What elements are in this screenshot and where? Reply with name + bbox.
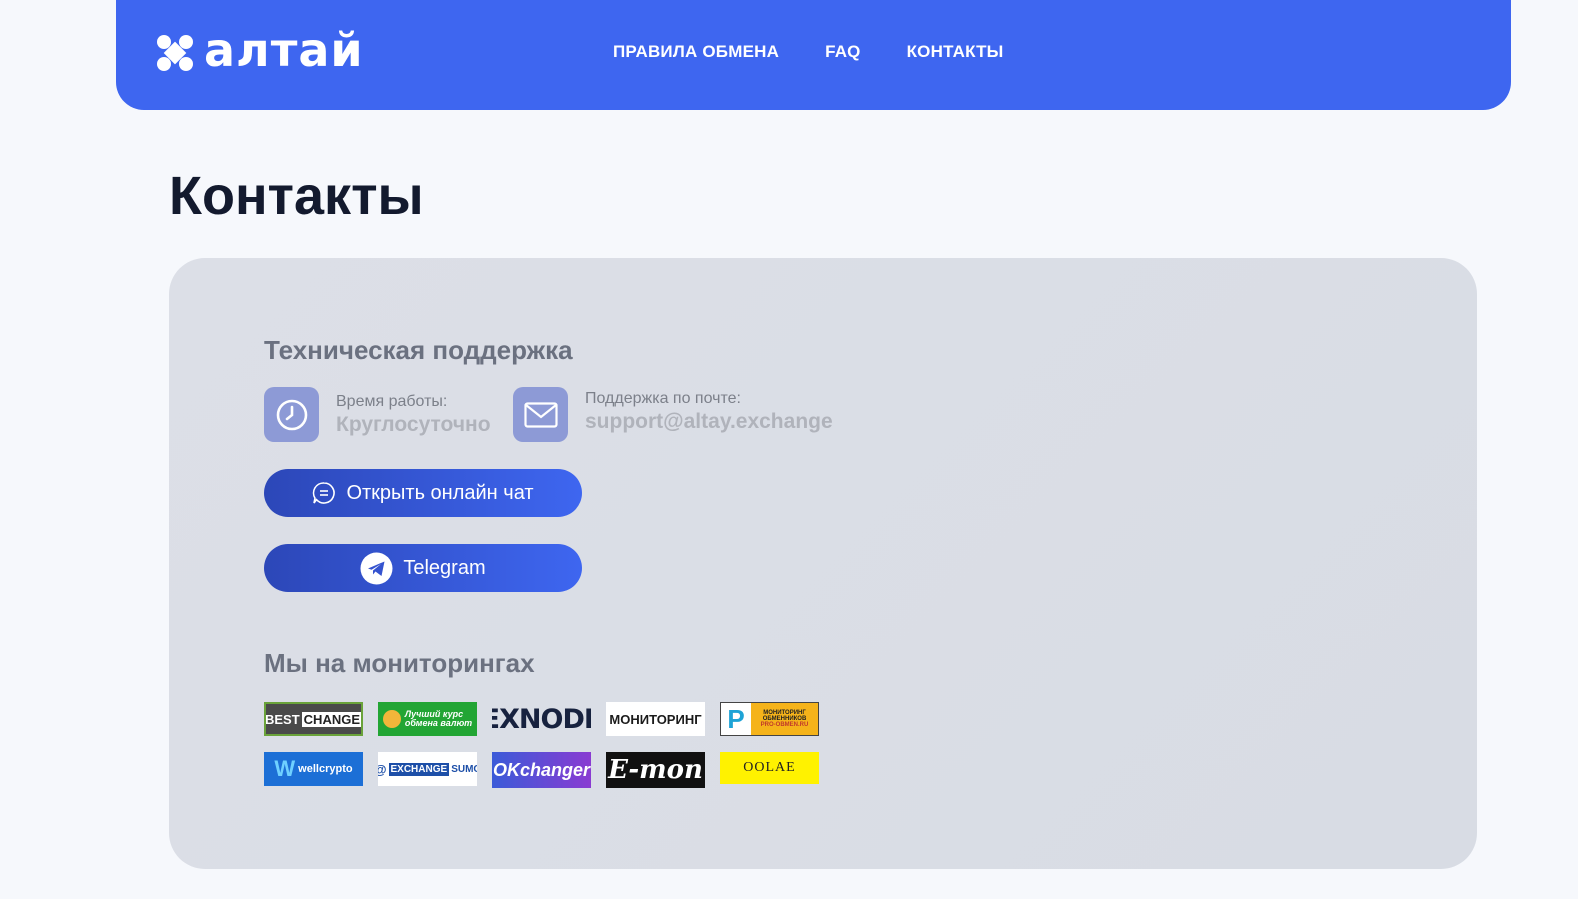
- telegram-button[interactable]: Telegram: [264, 544, 582, 592]
- monitor-best-rate[interactable]: Лучший курс обмена валют: [378, 702, 477, 736]
- open-chat-label: Открыть онлайн чат: [346, 481, 534, 504]
- exchange-sumo-text-a: EXCHANGE: [388, 762, 450, 776]
- best-rate-text-b: обмена валют: [404, 718, 473, 728]
- pro-obmen-logo-icon: P: [727, 703, 745, 734]
- working-hours: Время работы: Круглосуточно: [264, 387, 491, 442]
- oolae-text: OOLAE: [743, 760, 796, 775]
- page-title: Контакты: [169, 166, 424, 226]
- support-title: Техническая поддержка: [264, 335, 573, 365]
- bestchange-text-b: CHANGE: [301, 711, 361, 727]
- exchange-sumo-logo-icon: @: [378, 762, 387, 777]
- emon-text: E-mon: [608, 755, 703, 785]
- email-support: Поддержка по почте: support@altay.exchan…: [513, 387, 833, 442]
- email-value[interactable]: support@altay.exchange: [585, 410, 833, 434]
- chat-icon: [312, 481, 336, 505]
- open-chat-button[interactable]: Открыть онлайн чат: [264, 469, 582, 517]
- monitor-okchanger[interactable]: OKchanger: [492, 752, 591, 788]
- site-header: алтай ПРАВИЛА ОБМЕНА FAQ КОНТАКТЫ: [116, 0, 1511, 110]
- monitor-pro-obmen[interactable]: P МОНИТОРИНГ ОБМЕННИКОВ PRO-OBMEN.RU: [720, 702, 819, 736]
- exnode-text: EXNODE: [492, 703, 591, 735]
- hours-label: Время работы:: [336, 392, 448, 410]
- telegram-icon: [360, 552, 393, 585]
- logo[interactable]: алтай: [156, 22, 364, 77]
- coins-icon: [382, 710, 401, 728]
- exchange-sumo-text-b: SUMO: [451, 763, 477, 775]
- monitor-emon[interactable]: E-mon: [606, 752, 705, 788]
- monitoring-text: МОНИТОРИНГ: [609, 711, 702, 727]
- monitor-monitoring[interactable]: МОНИТОРИНГ: [606, 702, 705, 736]
- monitor-wellcrypto[interactable]: W wellcrypto: [264, 752, 363, 786]
- monitor-exchange-sumo[interactable]: @ EXCHANGE SUMO: [378, 752, 477, 786]
- logo-text: алтай: [204, 22, 364, 77]
- nav-faq[interactable]: FAQ: [825, 42, 861, 62]
- mail-icon: [513, 387, 568, 442]
- wellcrypto-text: wellcrypto: [298, 763, 353, 775]
- pro-obmen-text-c: PRO-OBMEN.RU: [760, 722, 809, 729]
- monitor-bestchange[interactable]: BEST CHANGE: [264, 702, 363, 736]
- contacts-card: Техническая поддержка Время работы: Круг…: [169, 258, 1477, 869]
- monitorings-title: Мы на мониторингах: [264, 648, 535, 678]
- nav-exchange-rules[interactable]: ПРАВИЛА ОБМЕНА: [613, 42, 779, 62]
- okchanger-text: OKchanger: [492, 759, 591, 780]
- monitor-exnode[interactable]: EXNODE: [492, 702, 591, 736]
- hours-value: Круглосуточно: [336, 412, 491, 436]
- telegram-label: Telegram: [403, 556, 486, 579]
- main-nav: ПРАВИЛА ОБМЕНА FAQ КОНТАКТЫ: [613, 42, 1050, 62]
- clock-icon: [264, 387, 319, 442]
- bestchange-text-a: BEST: [265, 711, 300, 727]
- monitor-oolae[interactable]: OOLAE: [720, 752, 819, 784]
- nav-contacts[interactable]: КОНТАКТЫ: [907, 42, 1004, 62]
- wellcrypto-logo-icon: W: [274, 756, 296, 781]
- logo-mark-icon: [156, 34, 194, 72]
- email-label: Поддержка по почте:: [585, 389, 741, 407]
